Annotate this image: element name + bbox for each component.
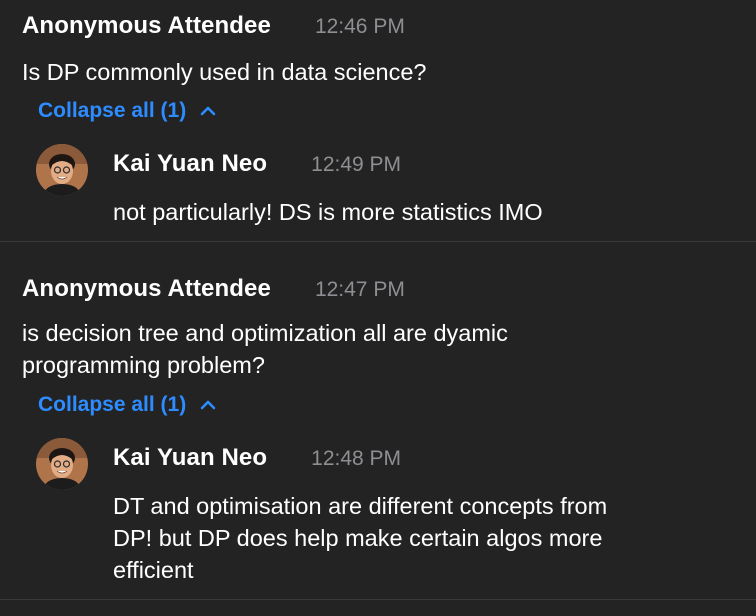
qa-thread: Anonymous Attendee 12:47 PM is decision … — [0, 243, 756, 600]
reply-sender: Kai Yuan Neo — [113, 150, 268, 177]
question-time: 12:46 PM — [314, 15, 405, 38]
user-avatar — [36, 438, 88, 490]
qa-thread: Anonymous Attendee 12:46 PM Is DP common… — [0, 0, 756, 242]
question-sender: Anonymous Attendee — [22, 12, 271, 39]
reply-time: 12:48 PM — [311, 447, 402, 470]
reply-text: DT and optimisation are different concep… — [113, 493, 608, 583]
question-text: Is DP commonly used in data science? — [22, 59, 427, 85]
qa-panel: Anonymous Attendee 12:46 PM Is DP common… — [0, 0, 756, 616]
reply-header: Kai Yuan Neo 12:49 PM — [113, 150, 401, 178]
question-sender: Anonymous Attendee — [22, 275, 271, 302]
reply-sender: Kai Yuan Neo — [113, 444, 268, 471]
reply-header: Kai Yuan Neo 12:48 PM — [113, 444, 401, 472]
question-header: Anonymous Attendee 12:46 PM — [22, 12, 405, 40]
chevron-up-icon — [200, 106, 216, 116]
collapse-all-label: Collapse all (1) — [38, 393, 187, 416]
chevron-up-icon — [200, 400, 216, 410]
collapse-all-button[interactable]: Collapse all (1) — [38, 393, 218, 417]
collapse-all-label: Collapse all (1) — [38, 99, 187, 122]
collapse-all-button[interactable]: Collapse all (1) — [38, 99, 218, 123]
user-avatar — [36, 144, 88, 196]
reply-time: 12:49 PM — [311, 153, 402, 176]
reply-text: not particularly! DS is more statistics … — [113, 199, 543, 225]
question-text: is decision tree and optimization all ar… — [22, 320, 508, 378]
question-header: Anonymous Attendee 12:47 PM — [22, 275, 405, 303]
question-time: 12:47 PM — [314, 278, 405, 301]
